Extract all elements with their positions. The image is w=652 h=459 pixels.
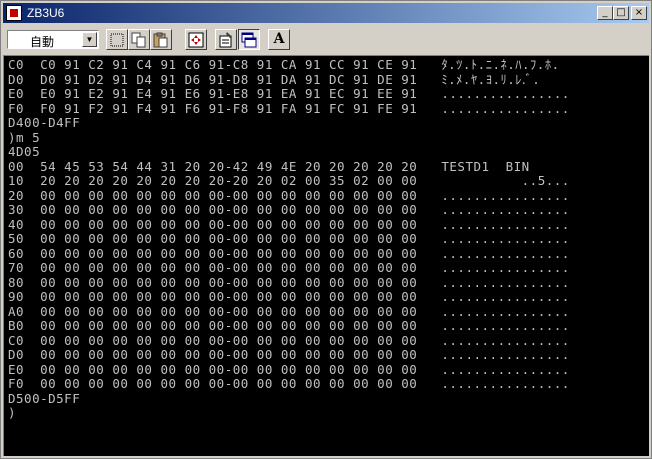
console-line: D400-D4FF [8,115,81,130]
mode-select-value: 自動 [30,35,55,49]
mode-select[interactable]: 自動 ▼ [7,30,99,49]
font-icon: A [273,31,285,47]
fullscreen-button[interactable] [185,29,207,50]
console-line: F0 00 00 00 00 00 00 00 00-00 00 00 00 0… [8,376,570,391]
paste-icon [153,32,168,48]
console-line: A0 00 00 00 00 00 00 00 00-00 00 00 00 0… [8,303,570,319]
console-line: E0 00 00 00 00 00 00 00 00-00 00 00 00 0… [8,361,570,377]
paste-button[interactable] [150,29,172,50]
properties-button[interactable] [215,29,237,50]
move-icon [188,32,204,48]
app-window: ZB3U6 _ □ × 自動 ▼ A C0 C0 91 C2 91 C4 91 … [0,0,652,459]
console-line: E0 E0 91 E2 91 E4 91 E6 91-E8 91 EA 91 E… [8,86,570,101]
console-line: 20 00 00 00 00 00 00 00 00-00 00 00 00 0… [8,187,570,203]
dotted-rect-icon [110,33,124,47]
copy-icon [131,32,146,48]
console-line: 80 00 00 00 00 00 00 00 00-00 00 00 00 0… [8,274,570,290]
copy-button[interactable] [128,29,150,50]
font-button[interactable]: A [268,29,290,50]
app-icon[interactable] [6,5,22,21]
console-line: D0 D0 91 D2 91 D4 91 D6 91-D8 91 DA 91 D… [8,71,541,87]
console-line: )m 5 [8,129,41,145]
console-line: 60 00 00 00 00 00 00 00 00-00 00 00 00 0… [8,245,570,261]
console-line: B0 00 00 00 00 00 00 00 00-00 00 00 00 0… [8,318,570,333]
console-line: 90 00 00 00 00 00 00 00 00-00 00 00 00 0… [8,289,570,304]
console-line: 00 54 45 53 54 44 31 20 20-42 49 4E 20 2… [8,158,530,174]
chevron-down-icon[interactable]: ▼ [82,32,97,47]
background-button[interactable] [238,29,260,50]
console-line: 4D05 [8,144,41,159]
minimize-button[interactable]: _ [597,6,613,20]
console-line: C0 00 00 00 00 00 00 00 00-00 00 00 00 0… [8,332,570,348]
console-line: F0 F0 91 F2 91 F4 91 F6 91-F8 91 FA 91 F… [8,100,570,116]
console-line: 70 00 00 00 00 00 00 00 00-00 00 00 00 0… [8,260,570,275]
terminal-output[interactable]: C0 C0 91 C2 91 C4 91 C6 91-C8 91 CA 91 C… [3,55,649,456]
toolbar: 自動 ▼ A [3,25,649,53]
maximize-button[interactable]: □ [613,6,629,20]
close-button[interactable]: × [631,6,647,20]
console-line: 30 00 00 00 00 00 00 00 00-00 00 00 00 0… [8,202,570,217]
properties-icon [219,32,232,48]
select-tool-button[interactable] [106,29,128,50]
title-bar[interactable]: ZB3U6 _ □ × [3,3,649,23]
window-title: ZB3U6 [27,6,65,20]
console-line: 40 00 00 00 00 00 00 00 00-00 00 00 00 0… [8,216,570,232]
console-line: 50 00 00 00 00 00 00 00 00-00 00 00 00 0… [8,231,570,246]
console-line: D0 00 00 00 00 00 00 00 00-00 00 00 00 0… [8,347,570,362]
console-line: 10 20 20 20 20 20 20 20 20-20 20 02 00 3… [8,173,570,188]
window-icon [241,32,257,48]
console-line: ) [8,405,17,420]
console-line: D500-D5FF [8,390,81,406]
console-line: C0 C0 91 C2 91 C4 91 C6 91-C8 91 CA 91 C… [8,57,560,72]
